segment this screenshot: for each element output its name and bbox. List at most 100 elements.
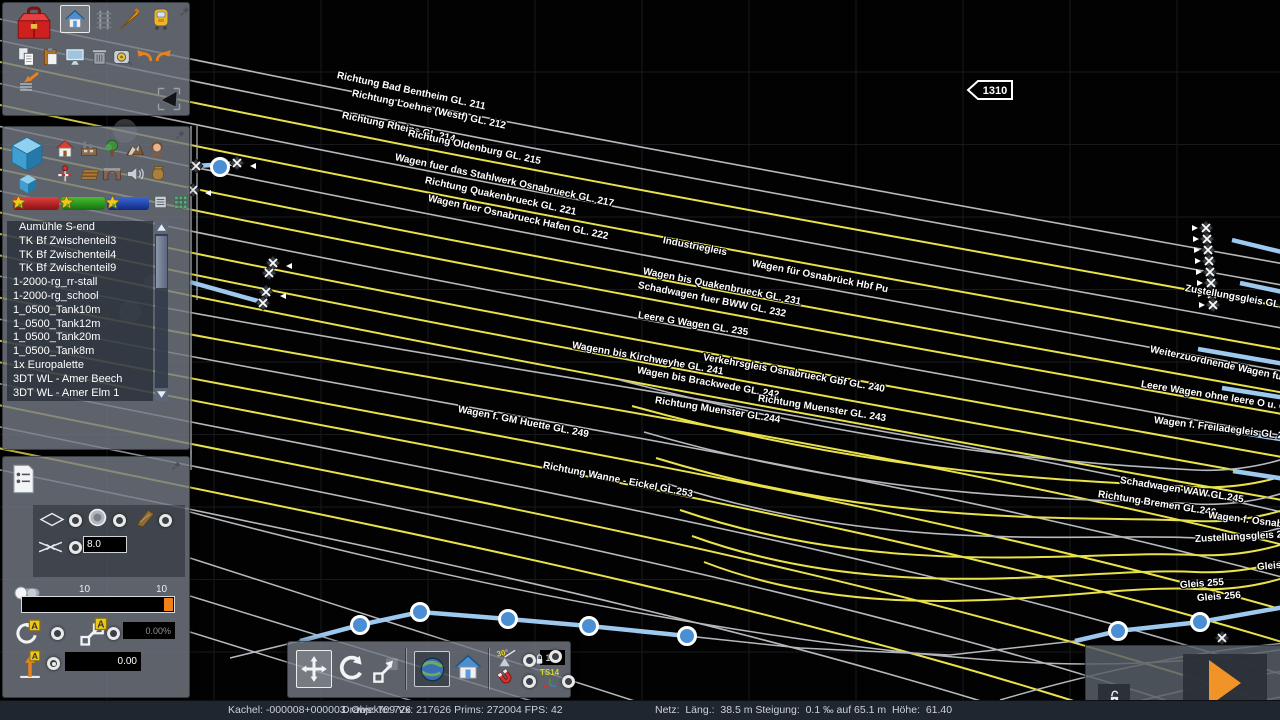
cube-3d-small-icon[interactable] — [17, 173, 39, 195]
category-signals-icon[interactable] — [55, 164, 75, 184]
move-tool-button[interactable] — [296, 650, 332, 688]
train-icon[interactable] — [149, 6, 173, 32]
screenshot-icon[interactable] — [64, 46, 86, 68]
list-item[interactable]: 1_0500_Tank12m — [7, 318, 153, 332]
list-item[interactable]: 1x Europalette — [7, 359, 153, 373]
track-style-sphere-radio[interactable] — [113, 514, 126, 527]
category-goods-icon[interactable] — [148, 164, 168, 184]
track-plan-canvas[interactable]: 1310 — [0, 0, 1280, 700]
scale-tool-button[interactable] — [372, 656, 400, 684]
spline-control-node[interactable] — [410, 602, 430, 622]
delete-icon[interactable] — [90, 46, 109, 68]
spline-control-node[interactable] — [1190, 612, 1210, 632]
track-end-marker[interactable] — [255, 295, 271, 311]
spline-control-node[interactable] — [210, 157, 230, 177]
spline-control-node[interactable] — [1108, 621, 1128, 641]
snap-radio-top[interactable] — [549, 650, 562, 663]
spline-control-node[interactable] — [498, 609, 518, 629]
category-terrain-icon[interactable] — [125, 139, 145, 159]
list-item[interactable]: TK Bf Zwischenteil4 — [7, 249, 153, 263]
list-item[interactable]: 1_0500_Tank8m — [7, 345, 153, 359]
scroll-down-button[interactable] — [155, 388, 168, 401]
track-style-crossed-radio[interactable] — [69, 541, 82, 554]
favorites-red-button[interactable] — [10, 194, 59, 210]
category-sounds-icon[interactable] — [125, 164, 145, 184]
category-bridges-icon[interactable] — [102, 164, 122, 184]
pin-icon[interactable] — [179, 5, 191, 17]
list-item[interactable]: 1_0500_Tank10m — [7, 304, 153, 318]
width-input[interactable]: 8.0 — [83, 536, 127, 553]
height-field[interactable]: 0.00 — [65, 652, 141, 671]
paste-icon[interactable] — [41, 46, 61, 68]
perspective-icon[interactable] — [155, 85, 183, 113]
selected-spline — [1239, 280, 1280, 294]
gradient-field[interactable]: 0.00% — [123, 622, 175, 639]
favorites-blue-button[interactable] — [104, 194, 149, 210]
track-style-plank-icon — [133, 508, 157, 527]
spline-control-node[interactable] — [350, 615, 370, 635]
globe-button[interactable] — [414, 651, 450, 687]
track-style-diamond-radio[interactable] — [69, 514, 82, 527]
magnet-icon[interactable] — [496, 668, 516, 688]
cube-3d-large-icon[interactable] — [7, 133, 47, 175]
list-item[interactable]: Aumühle S-end — [7, 221, 153, 235]
model-list-scrollbar[interactable] — [155, 221, 168, 401]
spline-control-node[interactable] — [579, 616, 599, 636]
move-radio[interactable] — [107, 627, 120, 640]
rotate-radio[interactable] — [51, 627, 64, 640]
selected-spline — [1231, 237, 1280, 254]
track-line — [619, 379, 1280, 472]
scroll-thumb[interactable] — [156, 236, 167, 288]
main-toolbar-panel — [2, 2, 190, 116]
track-end-marker[interactable] — [229, 155, 245, 171]
list-item[interactable]: TK Bf Zwischenteil9 — [7, 262, 153, 276]
favorites-green-button[interactable] — [58, 194, 105, 210]
pin-icon[interactable] — [171, 460, 182, 471]
density-slider[interactable] — [21, 596, 175, 613]
category-buildings-icon[interactable] — [55, 139, 75, 159]
copy-icon[interactable] — [16, 46, 38, 68]
tracks-icon[interactable] — [93, 7, 115, 33]
insert-icon[interactable] — [16, 69, 42, 93]
list-item[interactable]: 3DT WL - Amer Beech — [7, 373, 153, 387]
list-view-icon[interactable] — [153, 194, 168, 210]
grid-view-icon[interactable] — [173, 194, 188, 210]
list-item[interactable]: TK Bf Zwischenteil3 — [7, 235, 153, 249]
category-vegetation-icon[interactable] — [102, 139, 122, 159]
track-line — [655, 457, 1280, 523]
selected-spline — [1224, 427, 1280, 442]
brush-icon[interactable] — [116, 6, 142, 32]
category-materials-icon[interactable] — [79, 164, 99, 184]
ts14-radio[interactable] — [562, 675, 575, 688]
direction-arrow — [1192, 225, 1198, 231]
undo-icon[interactable] — [134, 46, 154, 66]
list-item[interactable]: 1_0500_Tank20m — [7, 331, 153, 345]
track-end-marker[interactable] — [258, 284, 274, 300]
list-item[interactable]: 3DT WL - Amer Elm 1 — [7, 387, 153, 401]
measure-icon[interactable] — [110, 46, 134, 68]
spline-control-node[interactable] — [677, 626, 697, 646]
toolbox-icon[interactable] — [15, 3, 53, 45]
status-netz: Netz: Läng.: 38.5 m Steigung: 0.1 ‰ auf … — [655, 704, 953, 716]
pin-icon[interactable] — [175, 129, 186, 140]
toolbar-divider — [489, 648, 490, 690]
rotate-tool-button[interactable] — [336, 654, 366, 684]
home-3d-button[interactable] — [453, 652, 483, 682]
home-2d-button[interactable] — [60, 5, 90, 33]
protocol-icon[interactable] — [9, 463, 37, 495]
scroll-up-button[interactable] — [155, 221, 168, 234]
track-end-marker[interactable] — [1205, 297, 1221, 313]
list-item[interactable]: 1-2000-rg_school — [7, 290, 153, 304]
track-end-marker[interactable] — [1214, 630, 1230, 646]
list-item[interactable]: 1-2000-rg_rr-stall — [7, 276, 153, 290]
toolbar-divider — [406, 648, 407, 690]
slider-handle[interactable] — [164, 598, 173, 611]
slider-max-label: 10 — [156, 584, 168, 595]
height-radio[interactable] — [47, 657, 60, 670]
category-people-icon[interactable] — [148, 139, 166, 159]
magnet-radio[interactable] — [523, 675, 536, 688]
redo-icon[interactable] — [154, 46, 174, 66]
track-style-plank-radio[interactable] — [159, 514, 172, 527]
model-list[interactable]: Aumühle S-end TK Bf Zwischenteil3 TK Bf Zw… — [7, 221, 153, 401]
category-industry-icon[interactable] — [79, 139, 99, 159]
